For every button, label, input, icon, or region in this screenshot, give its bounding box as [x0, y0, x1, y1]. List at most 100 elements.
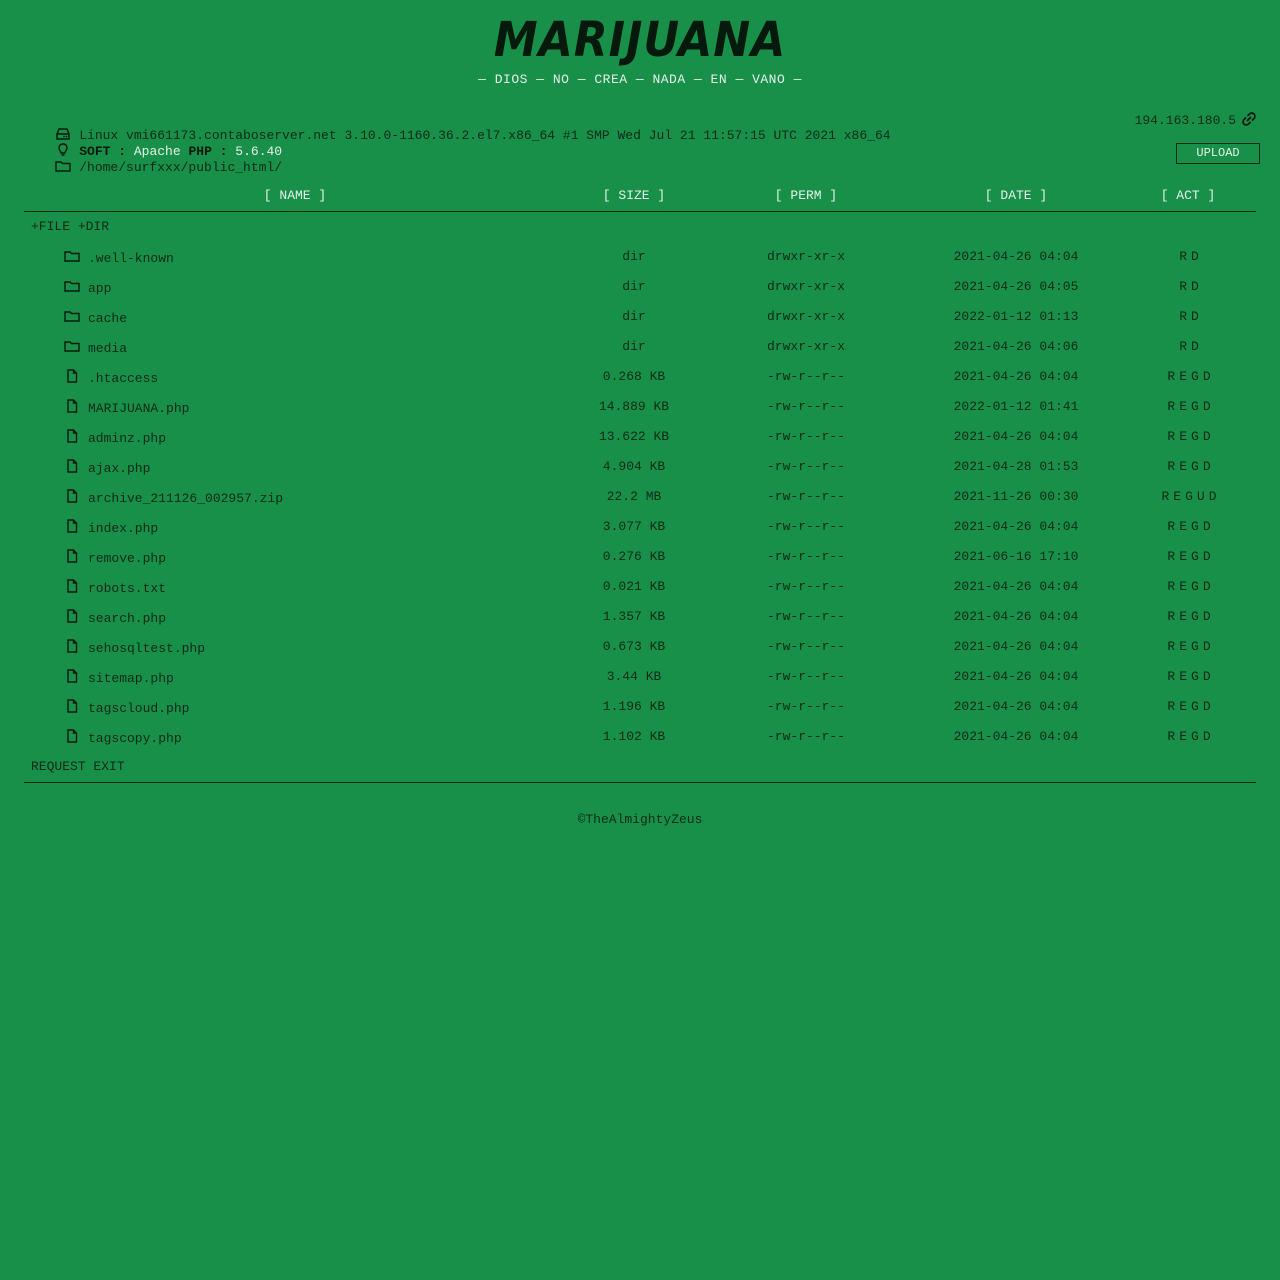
action-d-button[interactable]: D [1203, 639, 1211, 654]
action-d-button[interactable]: D [1203, 609, 1211, 624]
file-name-cell[interactable]: .htaccess [64, 369, 158, 386]
action-r-button[interactable]: R [1167, 399, 1175, 414]
file-perm[interactable]: -rw-r--r-- [767, 399, 845, 414]
action-r-button[interactable]: R [1179, 249, 1187, 264]
file-perm[interactable]: -rw-r--r-- [767, 699, 845, 714]
file-name[interactable]: sitemap.php [88, 671, 174, 686]
action-e-button[interactable]: E [1179, 459, 1187, 474]
action-d-button[interactable]: D [1203, 519, 1211, 534]
action-e-button[interactable]: E [1179, 699, 1187, 714]
file-name[interactable]: cache [88, 311, 127, 326]
file-name-cell[interactable]: robots.txt [64, 579, 166, 596]
action-g-button[interactable]: G [1191, 549, 1199, 564]
file-name-cell[interactable]: MARIJUANA.php [64, 399, 189, 416]
action-r-button[interactable]: R [1179, 339, 1187, 354]
action-e-button[interactable]: E [1179, 579, 1187, 594]
file-name[interactable]: remove.php [88, 551, 166, 566]
file-name-cell[interactable]: archive_211126_002957.zip [64, 489, 283, 506]
file-perm[interactable]: -rw-r--r-- [767, 459, 845, 474]
action-g-button[interactable]: G [1191, 429, 1199, 444]
action-g-button[interactable]: G [1191, 579, 1199, 594]
action-g-button[interactable]: G [1191, 729, 1199, 744]
action-r-button[interactable]: R [1167, 609, 1175, 624]
link-icon[interactable] [1242, 112, 1256, 126]
file-name-cell[interactable]: index.php [64, 519, 158, 536]
action-e-button[interactable]: E [1173, 489, 1181, 504]
file-perm[interactable]: -rw-r--r-- [767, 579, 845, 594]
action-r-button[interactable]: R [1167, 729, 1175, 744]
file-name-cell[interactable]: tagscloud.php [64, 699, 189, 716]
action-e-button[interactable]: E [1179, 669, 1187, 684]
file-perm[interactable]: -rw-r--r-- [767, 609, 845, 624]
file-perm[interactable]: drwxr-xr-x [767, 339, 845, 354]
action-d-button[interactable]: D [1203, 429, 1211, 444]
file-name[interactable]: archive_211126_002957.zip [88, 491, 283, 506]
action-e-button[interactable]: E [1179, 549, 1187, 564]
file-name[interactable]: app [88, 281, 111, 296]
action-e-button[interactable]: E [1179, 729, 1187, 744]
action-e-button[interactable]: E [1179, 369, 1187, 384]
action-d-button[interactable]: D [1203, 579, 1211, 594]
action-g-button[interactable]: G [1191, 639, 1199, 654]
action-r-button[interactable]: R [1167, 429, 1175, 444]
action-r-button[interactable]: R [1167, 459, 1175, 474]
action-g-button[interactable]: G [1191, 609, 1199, 624]
action-d-button[interactable]: D [1191, 279, 1199, 294]
file-name-cell[interactable]: search.php [64, 609, 166, 626]
file-name-cell[interactable]: tagscopy.php [64, 729, 182, 746]
file-name[interactable]: sehosqltest.php [88, 641, 205, 656]
action-e-button[interactable]: E [1179, 609, 1187, 624]
action-d-button[interactable]: D [1203, 459, 1211, 474]
action-e-button[interactable]: E [1179, 639, 1187, 654]
upload-button[interactable]: UPLOAD [1176, 143, 1260, 164]
file-name[interactable]: tagscopy.php [88, 731, 182, 746]
current-path[interactable]: /home/surfxxx/public_html/ [79, 160, 282, 175]
action-d-button[interactable]: D [1203, 669, 1211, 684]
file-name[interactable]: ajax.php [88, 461, 150, 476]
action-g-button[interactable]: G [1191, 699, 1199, 714]
action-g-button[interactable]: G [1185, 489, 1193, 504]
action-d-button[interactable]: D [1203, 549, 1211, 564]
file-name[interactable]: MARIJUANA.php [88, 401, 189, 416]
action-g-button[interactable]: G [1191, 399, 1199, 414]
action-g-button[interactable]: G [1191, 669, 1199, 684]
action-e-button[interactable]: E [1179, 399, 1187, 414]
action-d-button[interactable]: D [1203, 699, 1211, 714]
action-g-button[interactable]: G [1191, 519, 1199, 534]
file-name-cell[interactable]: app [64, 279, 111, 296]
file-perm[interactable]: -rw-r--r-- [767, 489, 845, 504]
file-perm[interactable]: -rw-r--r-- [767, 549, 845, 564]
file-name-cell[interactable]: .well-known [64, 249, 174, 266]
file-perm[interactable]: -rw-r--r-- [767, 669, 845, 684]
file-name[interactable]: media [88, 341, 127, 356]
action-u-button[interactable]: U [1197, 489, 1205, 504]
action-e-button[interactable]: E [1179, 519, 1187, 534]
action-r-button[interactable]: R [1167, 669, 1175, 684]
file-name-cell[interactable]: media [64, 339, 127, 356]
action-r-button[interactable]: R [1179, 279, 1187, 294]
action-r-button[interactable]: R [1167, 549, 1175, 564]
file-name[interactable]: search.php [88, 611, 166, 626]
file-perm[interactable]: drwxr-xr-x [767, 309, 845, 324]
action-r-button[interactable]: R [1167, 639, 1175, 654]
action-d-button[interactable]: D [1191, 309, 1199, 324]
new-file-button[interactable]: +FILE [31, 219, 70, 234]
action-d-button[interactable]: D [1203, 399, 1211, 414]
action-g-button[interactable]: G [1191, 459, 1199, 474]
file-perm[interactable]: -rw-r--r-- [767, 639, 845, 654]
action-d-button[interactable]: D [1203, 729, 1211, 744]
file-name-cell[interactable]: ajax.php [64, 459, 150, 476]
action-e-button[interactable]: E [1179, 429, 1187, 444]
new-dir-button[interactable]: +DIR [78, 219, 109, 234]
action-r-button[interactable]: R [1167, 369, 1175, 384]
file-perm[interactable]: -rw-r--r-- [767, 369, 845, 384]
action-r-button[interactable]: R [1167, 579, 1175, 594]
file-name[interactable]: adminz.php [88, 431, 166, 446]
file-perm[interactable]: drwxr-xr-x [767, 279, 845, 294]
file-name-cell[interactable]: cache [64, 309, 127, 326]
file-name-cell[interactable]: adminz.php [64, 429, 166, 446]
file-name-cell[interactable]: sehosqltest.php [64, 639, 205, 656]
action-d-button[interactable]: D [1209, 489, 1217, 504]
file-perm[interactable]: drwxr-xr-x [767, 249, 845, 264]
action-d-button[interactable]: D [1191, 249, 1199, 264]
